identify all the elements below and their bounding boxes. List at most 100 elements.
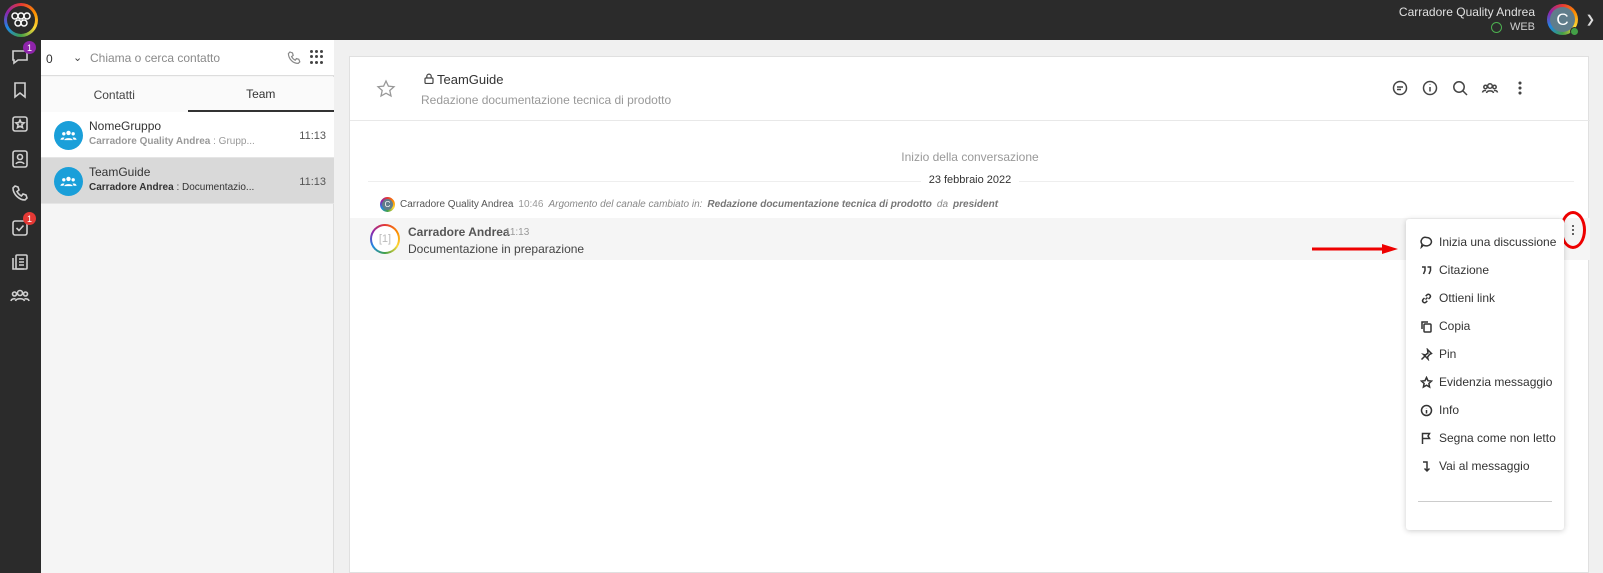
app-logo[interactable] [4, 3, 38, 37]
info-icon [1422, 80, 1438, 96]
panel-tabs: Contatti Team [41, 77, 334, 112]
menu-item-quote[interactable]: Citazione [1406, 256, 1564, 284]
message-time: 11:13 [505, 227, 530, 238]
system-message: C Carradore Quality Andrea 10:46 Argomen… [380, 196, 998, 212]
discussion-icon [1420, 236, 1433, 249]
chevron-down-icon[interactable]: ⌄ [73, 51, 82, 64]
search-messages-button[interactable] [1451, 79, 1469, 97]
team-icon [10, 289, 30, 302]
dialpad-icon[interactable] [310, 50, 324, 64]
search-input[interactable] [90, 48, 280, 68]
call-counter: 0 [46, 52, 53, 66]
date-label: 23 febbraio 2022 [350, 174, 1590, 186]
members-icon [1481, 82, 1499, 94]
contacts-panel: 0 ⌄ Contatti Team NomeGruppo Carradore Q… [41, 40, 334, 573]
rail-chat-button[interactable]: 1 [9, 41, 36, 68]
group-icon [60, 176, 77, 187]
documents-icon [12, 254, 28, 270]
menu-item-start-discussion[interactable]: Inizia una discussione [1406, 228, 1564, 256]
menu-item-info[interactable]: Info [1406, 396, 1564, 424]
item-time: 11:13 [299, 176, 326, 188]
system-text: Argomento del canale cambiato in: [548, 198, 703, 210]
group-icon [60, 130, 77, 141]
system-suffix: da [936, 198, 949, 210]
menu-divider [1418, 501, 1552, 502]
message-avatar[interactable]: [1] [370, 224, 400, 254]
contacts-icon [12, 150, 28, 168]
group-avatar [54, 121, 83, 150]
group-avatar [54, 167, 83, 196]
rail-bookmarks-button[interactable] [9, 79, 31, 101]
channel-title: TeamGuide [437, 72, 504, 87]
pin-icon [1420, 347, 1433, 361]
channel-info-button[interactable] [1421, 79, 1439, 97]
flag-icon [1421, 432, 1431, 444]
team-logo-icon [11, 12, 31, 27]
top-bar: Carradore Quality Andrea WEB C ❯ [0, 0, 1603, 40]
search-icon [1453, 81, 1468, 96]
item-time: 11:13 [299, 130, 326, 142]
favorite-star-icon[interactable] [376, 79, 396, 99]
chat-badge: 1 [23, 41, 36, 54]
channel-topic: Redazione documentazione tecnica di prod… [421, 93, 672, 107]
system-by: president [953, 198, 999, 210]
rail-tasks-button[interactable]: 1 [9, 212, 36, 239]
channel-view: TeamGuide Redazione documentazione tecni… [349, 56, 1590, 573]
tab-contatti[interactable]: Contatti [41, 77, 188, 112]
rail-favorites-button[interactable] [9, 113, 31, 135]
list-item-teamguide[interactable]: TeamGuide Carradore Andrea : Documentazi… [41, 158, 334, 204]
user-menu-chevron-icon[interactable]: ❯ [1586, 13, 1595, 26]
search-row: 0 ⌄ [41, 40, 334, 76]
copy-icon [1421, 320, 1432, 333]
bookmark-icon [14, 82, 26, 99]
message-row[interactable]: [1] Carradore Andrea 11:13 Documentazion… [350, 218, 1590, 260]
system-time: 10:46 [518, 198, 544, 210]
members-button[interactable] [1481, 79, 1499, 97]
phone-icon [12, 185, 28, 201]
more-options-button[interactable] [1511, 79, 1529, 97]
info-icon [1420, 404, 1433, 416]
rail-documents-button[interactable] [9, 251, 31, 273]
jump-icon [1423, 460, 1431, 472]
conversation-start-label: Inizio della conversazione [901, 150, 1039, 164]
item-preview: Carradore Andrea : Documentazio... [89, 182, 255, 193]
list-item-nomegruppo[interactable]: NomeGruppo Carradore Quality Andrea : Gr… [41, 112, 334, 158]
rail-contacts-button[interactable] [9, 148, 31, 170]
rail-teams-button[interactable] [9, 285, 31, 307]
quote-icon [1422, 265, 1432, 274]
online-status-dot [1570, 27, 1579, 36]
lock-icon [424, 73, 434, 84]
menu-item-mark-unread[interactable]: Segna come non letto [1406, 424, 1564, 452]
discussion-icon [1392, 80, 1408, 96]
menu-item-copy[interactable]: Copia [1406, 312, 1564, 340]
red-arrow-icon [1312, 244, 1398, 254]
message-text: Documentazione in preparazione [408, 242, 585, 256]
menu-item-get-link[interactable]: Ottieni link [1406, 284, 1564, 312]
starred-icon [12, 116, 28, 132]
rail-calls-button[interactable] [9, 182, 31, 204]
team-list: NomeGruppo Carradore Quality Andrea : Gr… [41, 112, 334, 204]
tasks-badge: 1 [23, 212, 36, 225]
menu-item-highlight[interactable]: Evidenzia messaggio [1406, 368, 1564, 396]
globe-icon [1490, 21, 1502, 33]
channel-header: TeamGuide Redazione documentazione tecni… [350, 57, 1590, 121]
kebab-icon [1572, 225, 1574, 235]
system-topic: Redazione documentazione tecnica di prod… [707, 198, 932, 210]
menu-item-go-to-message[interactable]: Vai al messaggio [1406, 452, 1564, 480]
kebab-icon [1518, 81, 1522, 95]
user-name: Carradore Quality Andrea [1398, 5, 1535, 19]
user-avatar[interactable]: C [1547, 4, 1579, 36]
call-icon[interactable] [286, 50, 302, 66]
discussions-button[interactable] [1391, 79, 1409, 97]
item-name: NomeGruppo [89, 119, 162, 133]
link-icon [1421, 293, 1432, 303]
message-context-menu: Inizia una discussione Citazione Ottieni… [1406, 219, 1564, 530]
menu-item-pin[interactable]: Pin [1406, 340, 1564, 368]
user-status: WEB [1490, 21, 1535, 33]
message-author[interactable]: Carradore Andrea [408, 225, 510, 239]
item-name: TeamGuide [89, 165, 151, 179]
tab-team[interactable]: Team [187, 77, 334, 112]
system-user: Carradore Quality Andrea [400, 198, 514, 210]
left-rail: 1 1 [0, 40, 41, 573]
item-preview: Carradore Quality Andrea : Grupp... [89, 136, 255, 147]
